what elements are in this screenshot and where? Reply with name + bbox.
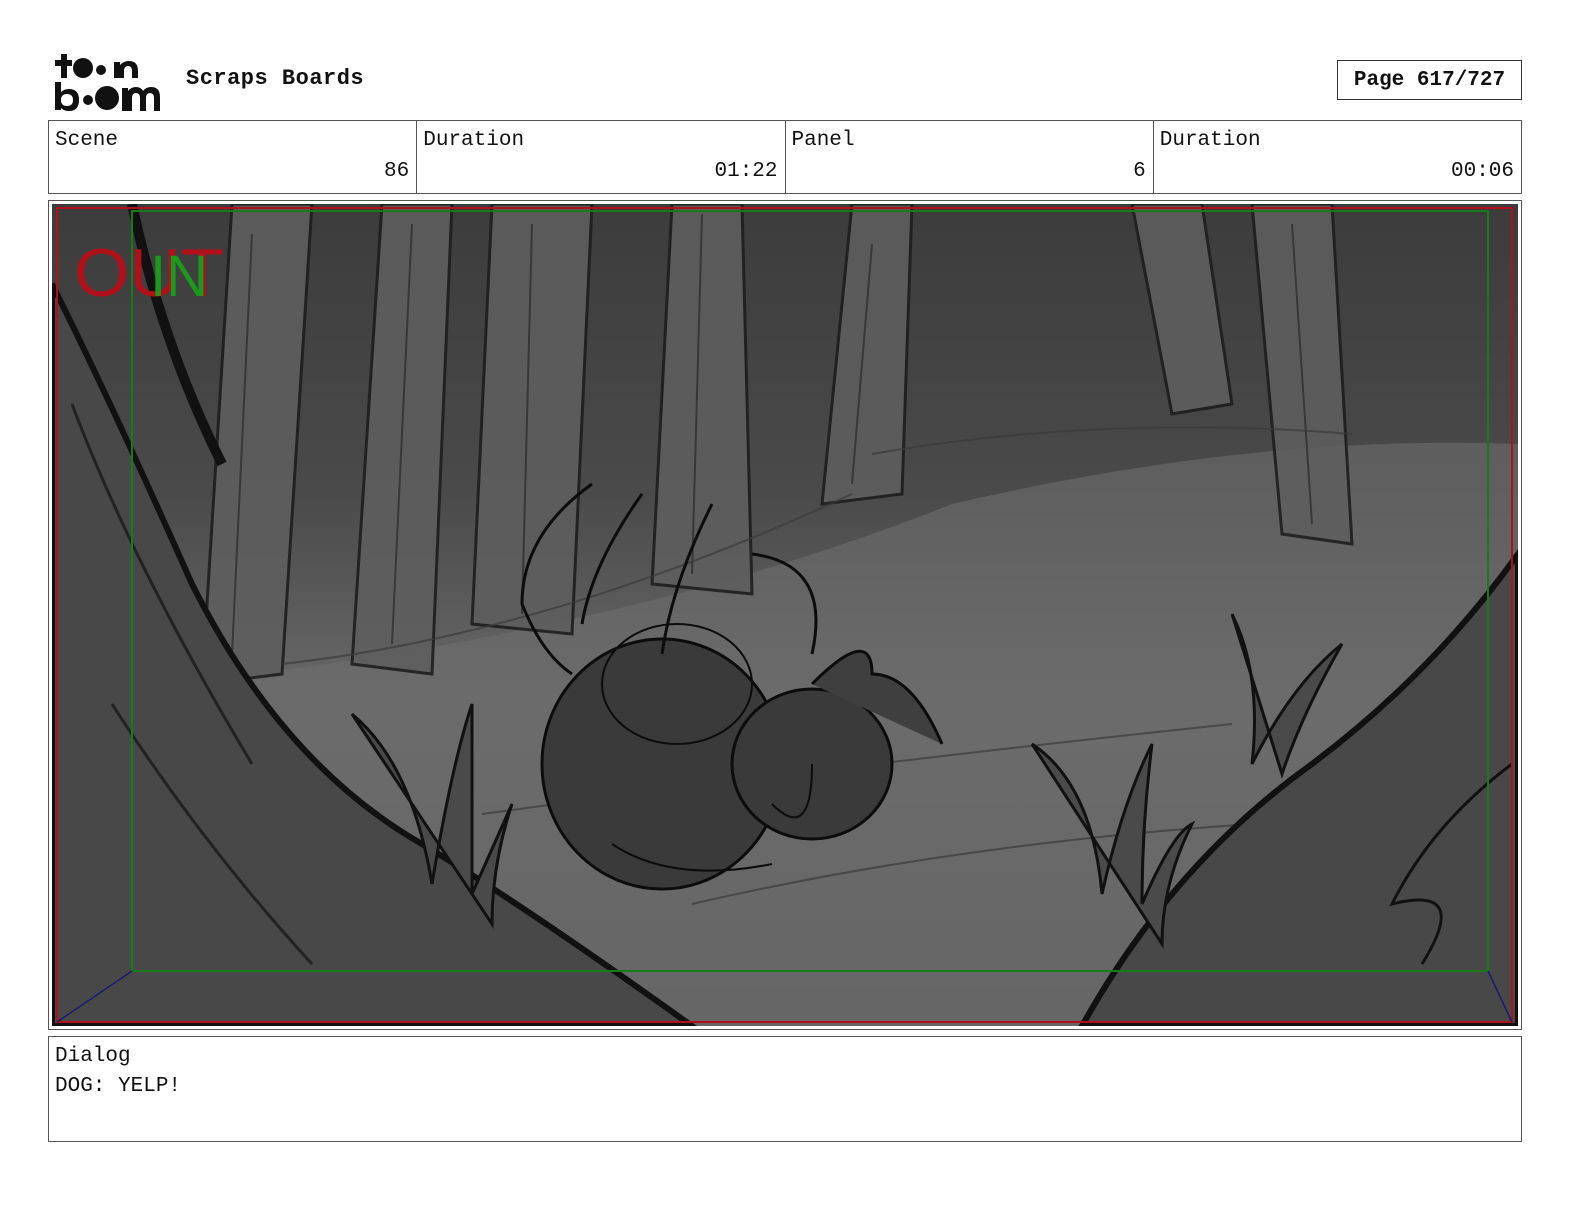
scene-cell: Scene 86 [49,121,418,193]
scene-label: Scene [55,129,119,152]
toonboom-logo [52,50,164,112]
scene-duration-cell: Duration 01:22 [417,121,786,193]
panel-duration-label: Duration [1159,129,1261,152]
panel-duration-value: 00:06 [1450,160,1514,183]
document-title: Scraps Boards [186,66,365,91]
dialog-box: Dialog DOG: YELP! [48,1036,1522,1142]
panel-cell: Panel 6 [786,121,1154,193]
dialog-label: Dialog [55,1045,131,1068]
storyboard-panel-image: OUT IN [52,204,1518,1026]
panel-value: 6 [1133,160,1146,183]
dialog-text: DOG: YELP! [55,1075,182,1098]
info-row: Scene 86 Duration 01:22 Panel 6 Duration… [48,120,1522,194]
scene-duration-value: 01:22 [714,160,778,183]
scene-duration-label: Duration [423,129,525,152]
scene-value: 86 [384,160,410,183]
in-marker: IN [150,244,208,309]
panel-label: Panel [791,129,855,152]
page-indicator: Page 617/727 [1337,60,1522,100]
panel-duration-cell: Duration 00:06 [1154,121,1521,193]
